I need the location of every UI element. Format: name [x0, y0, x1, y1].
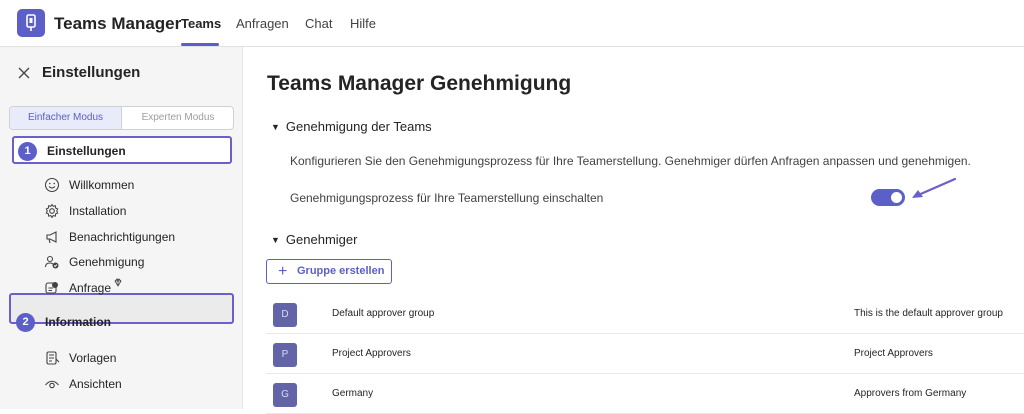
group-name: Germany [332, 388, 374, 399]
step-einstellungen[interactable]: 1 Einstellungen [12, 136, 232, 164]
sidebar-item-label: Willkommen [69, 178, 135, 192]
sidebar-item-label: Benachrichtigungen [69, 230, 176, 244]
plus-icon: + [278, 263, 288, 280]
step-label: Einstellungen [47, 144, 126, 158]
create-group-button[interactable]: + Gruppe erstellen [266, 259, 392, 284]
section-genehmiger[interactable]: ▼ Genehmiger [271, 232, 357, 247]
sidebar-item-label: Anfrage [69, 281, 112, 295]
approver-groups-table: D Default approver group This is the def… [266, 294, 1024, 414]
section-genehmigung-der-teams[interactable]: ▼ Genehmigung der Teams [271, 119, 432, 134]
people-check-icon [44, 255, 59, 269]
group-description: Approvers from Germany [854, 388, 967, 399]
approval-toggle-switch[interactable] [871, 189, 905, 206]
step-number-badge: 2 [16, 313, 35, 332]
step-number-badge: 1 [18, 142, 37, 161]
gear-icon [45, 203, 59, 219]
page-title: Teams Manager Genehmigung [267, 72, 572, 95]
tab-teams[interactable]: Teams [181, 16, 221, 31]
diamond-icon [114, 278, 122, 287]
group-description: This is the default approver group [854, 308, 1003, 319]
sidebar-title: Einstellungen [42, 64, 141, 81]
table-row[interactable]: P Project Approvers Project Approvers [266, 334, 1024, 374]
active-tab-indicator [181, 43, 219, 46]
sidebar-item-label: Ansichten [69, 377, 122, 391]
table-row[interactable]: G Germany Approvers from Germany [266, 374, 1024, 414]
step-information[interactable]: 2 Information [12, 309, 232, 337]
template-icon [46, 351, 60, 365]
group-avatar: P [273, 343, 297, 367]
group-description: Project Approvers [854, 348, 933, 359]
close-icon[interactable] [18, 67, 30, 79]
toggle-knob [891, 192, 902, 203]
tab-chat[interactable]: Chat [305, 16, 332, 31]
top-bar: Teams Manager Teams Anfragen Chat Hilfe [0, 0, 1024, 47]
request-icon [45, 282, 58, 294]
step-label: Information [45, 315, 111, 329]
expand-triangle-icon: ▼ [271, 235, 280, 245]
approval-description: Konfigurieren Sie den Genehmigungsprozes… [290, 154, 971, 168]
sidebar-item-label: Installation [69, 204, 127, 218]
tab-anfragen[interactable]: Anfragen [236, 16, 289, 31]
section-label: Genehmiger [285, 232, 358, 247]
app-logo-icon [17, 9, 45, 37]
group-name: Project Approvers [332, 348, 411, 359]
settings-sidebar: Einstellungen Einfacher Modus Experten M… [0, 47, 243, 409]
create-group-label: Gruppe erstellen [297, 265, 385, 277]
tab-hilfe[interactable]: Hilfe [350, 16, 376, 31]
megaphone-icon [46, 231, 57, 244]
group-avatar: G [273, 383, 297, 407]
eye-icon [45, 380, 59, 389]
simple-mode-button[interactable]: Einfacher Modus [10, 107, 122, 129]
pointer-arrow-icon [912, 177, 957, 198]
smiley-icon [44, 177, 60, 193]
table-row[interactable]: D Default approver group This is the def… [266, 294, 1024, 334]
main-content: Teams Manager Genehmigung ▼ Genehmigung d… [244, 47, 1024, 414]
section-label: Genehmigung der Teams [285, 119, 432, 134]
sidebar-item-label: Vorlagen [69, 351, 117, 365]
app-title: Teams Manager [54, 14, 182, 33]
sidebar-item-label: Genehmigung [69, 255, 145, 269]
approval-toggle-label: Genehmigungsprozess für Ihre Teamerstell… [290, 191, 604, 205]
expand-triangle-icon: ▼ [271, 122, 280, 132]
mode-toggle: Einfacher Modus Experten Modus [9, 106, 234, 130]
group-avatar: D [273, 303, 297, 327]
group-name: Default approver group [332, 308, 435, 319]
expert-mode-button[interactable]: Experten Modus [122, 107, 233, 129]
